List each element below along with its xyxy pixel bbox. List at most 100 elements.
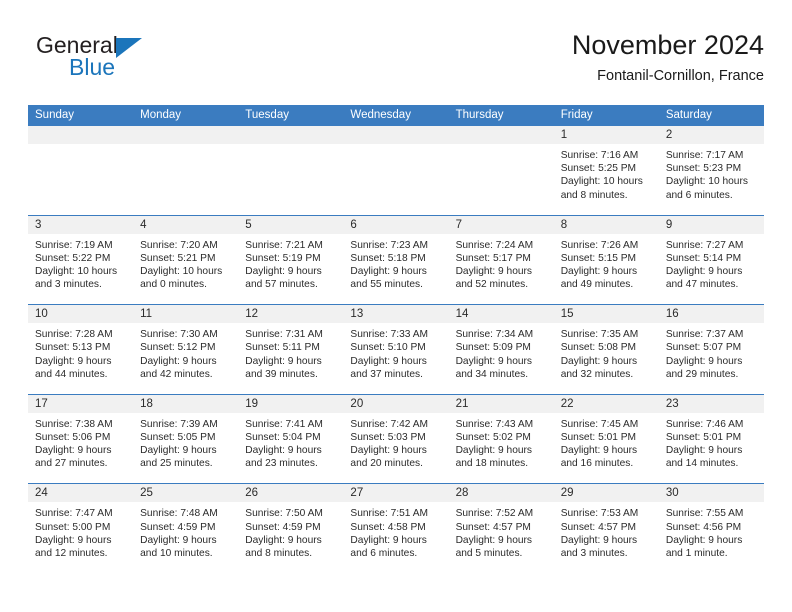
- daylight-text-line2: and 20 minutes.: [350, 458, 423, 470]
- sunset-text: Sunset: 5:01 PM: [560, 431, 637, 443]
- weekday-header-thursday: Thursday: [455, 109, 504, 121]
- day-details: Sunrise: 7:48 AM Sunset: 4:59 PM Daylight:…: [133, 502, 238, 560]
- daylight-text-line2: and 14 minutes.: [665, 458, 739, 470]
- sunrise-text: Sunrise: 7:41 AM: [245, 418, 323, 430]
- day-cell-empty: [28, 126, 134, 215]
- day-cell[interactable]: 12 Sunrise: 7:31 AM Sunset: 5:11 PM Dayligh…: [238, 305, 344, 394]
- day-cell[interactable]: 9 Sunrise: 7:27 AM Sunset: 5:14 PM Daylight…: [658, 215, 764, 305]
- day-cell[interactable]: 24 Sunrise: 7:47 AM Sunset: 5:00 PM Dayligh…: [28, 484, 134, 573]
- sunrise-text: Sunrise: 7:19 AM: [35, 239, 113, 251]
- day-details: Sunrise: 7:24 AM Sunset: 5:17 PM Daylight:…: [449, 234, 554, 292]
- sunset-text: Sunset: 5:11 PM: [245, 342, 320, 354]
- daylight-text-line1: Daylight: 9 hours: [560, 266, 638, 277]
- daylight-text-line1: Daylight: 9 hours: [665, 266, 743, 277]
- daylight-text-line1: Daylight: 9 hours: [245, 355, 322, 367]
- sunrise-text: Sunrise: 7:51 AM: [350, 508, 429, 520]
- daylight-text-line1: Daylight: 9 hours: [455, 355, 533, 367]
- sunrise-text: Sunrise: 7:16 AM: [560, 150, 639, 161]
- day-cell[interactable]: 21 Sunrise: 7:43 AM Sunset: 5:02 PM Dayligh…: [448, 394, 554, 484]
- day-details: Sunrise: 7:47 AM Sunset: 5:00 PM Daylight:…: [28, 502, 133, 560]
- calendar-weeks: 1 Sunrise: 7:16 AM Sunset: 5:25 PM Daylight…: [28, 126, 764, 573]
- day-number: 9: [658, 215, 764, 234]
- daylight-text-line2: and 3 minutes.: [560, 547, 628, 559]
- sunrise-text: Sunrise: 7:24 AM: [455, 239, 534, 251]
- sunrise-text: Sunrise: 7:42 AM: [350, 418, 429, 430]
- day-cell[interactable]: 14 Sunrise: 7:34 AM Sunset: 5:09 PM Dayligh…: [448, 305, 554, 394]
- sunset-text: Sunset: 5:03 PM: [350, 431, 426, 443]
- day-details: Sunrise: 7:27 AM Sunset: 5:14 PM Daylight:…: [659, 234, 764, 292]
- sunrise-text: Sunrise: 7:28 AM: [35, 329, 113, 341]
- day-cell[interactable]: 3 Sunrise: 7:19 AM Sunset: 5:22 PM Daylight…: [28, 215, 134, 305]
- day-cell[interactable]: 17 Sunrise: 7:38 AM Sunset: 5:06 PM Dayligh…: [28, 394, 134, 484]
- sunrise-text: Sunrise: 7:37 AM: [665, 329, 744, 341]
- day-cell[interactable]: 8 Sunrise: 7:26 AM Sunset: 5:15 PM Daylight…: [553, 215, 659, 305]
- calendar-week-row: 3 Sunrise: 7:19 AM Sunset: 5:22 PM Daylight…: [28, 214, 764, 305]
- day-number: [238, 126, 344, 144]
- brand-name-blue: Blue: [69, 54, 116, 80]
- page-title: November 2024: [571, 30, 764, 60]
- calendar-week-row: 24 Sunrise: 7:47 AM Sunset: 5:00 PM Dayligh…: [28, 483, 764, 573]
- day-cell[interactable]: 28 Sunrise: 7:52 AM Sunset: 4:57 PM Dayligh…: [448, 484, 554, 573]
- sunrise-text: Sunrise: 7:26 AM: [560, 239, 639, 251]
- calendar-table: Sunday Monday Tuesday Wednesday Thursday…: [28, 105, 764, 573]
- day-cell[interactable]: 2 Sunrise: 7:17 AM Sunset: 5:23 PM Daylight…: [658, 126, 764, 215]
- day-details: Sunrise: 7:50 AM Sunset: 4:59 PM Daylight:…: [238, 502, 343, 560]
- day-cell[interactable]: 4 Sunrise: 7:20 AM Sunset: 5:21 PM Daylight…: [133, 215, 239, 305]
- daylight-text-line2: and 42 minutes.: [140, 368, 213, 380]
- day-cell[interactable]: 19 Sunrise: 7:41 AM Sunset: 5:04 PM Dayligh…: [238, 394, 344, 484]
- day-cell[interactable]: 16 Sunrise: 7:37 AM Sunset: 5:07 PM Dayligh…: [658, 305, 764, 394]
- daylight-text-line1: Daylight: 10 hours: [140, 266, 223, 277]
- day-cell[interactable]: 13 Sunrise: 7:33 AM Sunset: 5:10 PM Dayligh…: [343, 305, 449, 394]
- day-number: 1: [553, 126, 659, 144]
- day-cell[interactable]: 10 Sunrise: 7:28 AM Sunset: 5:13 PM Dayligh…: [28, 305, 134, 394]
- day-cell[interactable]: 18 Sunrise: 7:39 AM Sunset: 5:05 PM Dayligh…: [133, 394, 239, 484]
- day-cell[interactable]: 25 Sunrise: 7:48 AM Sunset: 4:59 PM Dayligh…: [133, 484, 239, 573]
- sunset-text: Sunset: 4:57 PM: [560, 521, 637, 533]
- day-cell[interactable]: 29 Sunrise: 7:53 AM Sunset: 4:57 PM Dayligh…: [553, 484, 659, 573]
- day-cell[interactable]: 22 Sunrise: 7:45 AM Sunset: 5:01 PM Dayligh…: [553, 394, 659, 484]
- daylight-text-line1: Daylight: 9 hours: [455, 534, 533, 546]
- daylight-text-line2: and 55 minutes.: [350, 279, 423, 291]
- daylight-text-line1: Daylight: 9 hours: [455, 445, 533, 457]
- day-number: 29: [553, 484, 659, 503]
- weekday-header-monday: Monday: [140, 109, 182, 121]
- day-cell[interactable]: 5 Sunrise: 7:21 AM Sunset: 5:19 PM Daylight…: [238, 215, 344, 305]
- daylight-text-line2: and 29 minutes.: [665, 368, 739, 380]
- daylight-text-line1: Daylight: 9 hours: [35, 534, 112, 546]
- day-cell[interactable]: 27 Sunrise: 7:51 AM Sunset: 4:58 PM Dayligh…: [343, 484, 449, 573]
- sunrise-text: Sunrise: 7:33 AM: [350, 329, 429, 341]
- calendar-week-row: 10 Sunrise: 7:28 AM Sunset: 5:13 PM Dayligh…: [28, 304, 764, 394]
- day-details: Sunrise: 7:53 AM Sunset: 4:57 PM Daylight:…: [554, 502, 659, 560]
- sunrise-text: Sunrise: 7:31 AM: [245, 329, 323, 341]
- day-number: 14: [448, 305, 554, 324]
- day-details: Sunrise: 7:45 AM Sunset: 5:01 PM Daylight:…: [554, 413, 659, 471]
- day-details: Sunrise: 7:46 AM Sunset: 5:01 PM Daylight:…: [659, 413, 764, 471]
- day-cell[interactable]: 26 Sunrise: 7:50 AM Sunset: 4:59 PM Dayligh…: [238, 484, 344, 573]
- daylight-text-line1: Daylight: 10 hours: [35, 266, 118, 277]
- day-cell[interactable]: 30 Sunrise: 7:55 AM Sunset: 4:56 PM Dayligh…: [658, 484, 764, 573]
- daylight-text-line2: and 47 minutes.: [665, 279, 739, 291]
- sunrise-text: Sunrise: 7:39 AM: [140, 418, 218, 430]
- day-cell-empty: [343, 126, 449, 215]
- sunrise-text: Sunrise: 7:38 AM: [35, 418, 113, 430]
- sunset-text: Sunset: 5:14 PM: [665, 252, 742, 264]
- day-cell[interactable]: 1 Sunrise: 7:16 AM Sunset: 5:25 PM Daylight…: [553, 126, 659, 215]
- day-cell[interactable]: 20 Sunrise: 7:42 AM Sunset: 5:03 PM Dayligh…: [343, 394, 449, 484]
- day-number: 23: [658, 394, 764, 413]
- daylight-text-line2: and 52 minutes.: [455, 279, 529, 291]
- brand-logo[interactable]: General Blue: [36, 34, 246, 88]
- daylight-text-line1: Daylight: 9 hours: [350, 266, 427, 277]
- sunrise-text: Sunrise: 7:21 AM: [245, 239, 323, 251]
- sunset-text: Sunset: 4:59 PM: [140, 521, 216, 533]
- day-number: 17: [28, 394, 134, 413]
- day-number: 13: [343, 305, 449, 324]
- day-cell[interactable]: 7 Sunrise: 7:24 AM Sunset: 5:17 PM Daylight…: [448, 215, 554, 305]
- day-cell[interactable]: 23 Sunrise: 7:46 AM Sunset: 5:01 PM Dayligh…: [658, 394, 764, 484]
- day-cell[interactable]: 11 Sunrise: 7:30 AM Sunset: 5:12 PM Dayligh…: [133, 305, 239, 394]
- calendar-page: General Blue November 2024 Fontanil-Corn…: [0, 0, 792, 612]
- sunrise-text: Sunrise: 7:53 AM: [560, 508, 639, 520]
- day-cell[interactable]: 15 Sunrise: 7:35 AM Sunset: 5:08 PM Dayligh…: [553, 305, 659, 394]
- day-cell[interactable]: 6 Sunrise: 7:23 AM Sunset: 5:18 PM Daylight…: [343, 215, 449, 305]
- daylight-text-line2: and 57 minutes.: [245, 279, 318, 291]
- sunset-text: Sunset: 5:18 PM: [350, 252, 426, 264]
